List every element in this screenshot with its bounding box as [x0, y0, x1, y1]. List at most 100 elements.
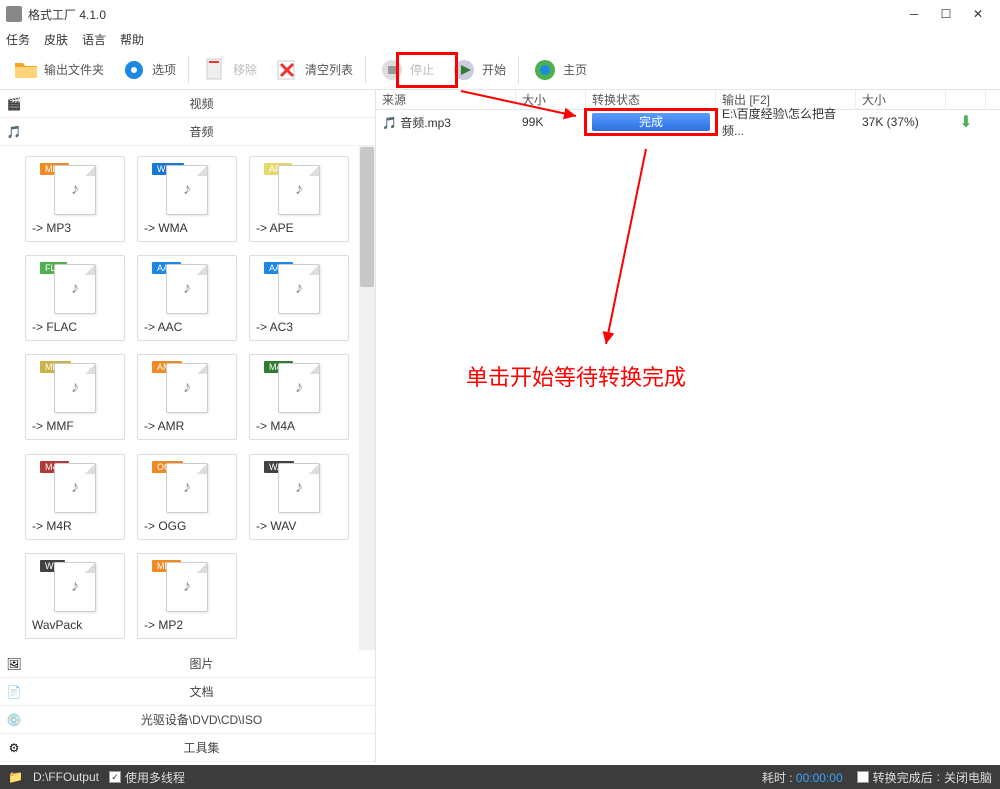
file-icon: ♪	[166, 463, 208, 513]
format-label: -> WMA	[144, 217, 230, 235]
format-label: -> FLAC	[32, 316, 118, 334]
header-state[interactable]: 转换状态	[586, 90, 716, 109]
format-tile[interactable]: MP3♪-> MP3	[25, 156, 125, 242]
maximize-button[interactable]: ☐	[930, 4, 962, 24]
category-audio[interactable]: 🎵 音频	[0, 118, 375, 146]
start-icon	[450, 56, 478, 84]
format-tile[interactable]: AMR♪-> AMR	[137, 354, 237, 440]
output-path[interactable]: D:\FFOutput	[33, 770, 99, 784]
category-label: 工具集	[28, 739, 375, 756]
close-button[interactable]: ✕	[962, 4, 994, 24]
format-label: -> MP3	[32, 217, 118, 235]
remove-icon	[201, 56, 229, 84]
menu-task[interactable]: 任务	[6, 31, 30, 48]
category-picture[interactable]: 🖼 图片	[0, 650, 375, 678]
menu-help[interactable]: 帮助	[120, 31, 144, 48]
folder-icon	[12, 56, 40, 84]
menu-language[interactable]: 语言	[82, 31, 106, 48]
after-label: 转换完成后	[873, 769, 933, 786]
start-label: 开始	[482, 61, 506, 78]
category-document[interactable]: 📄 文档	[0, 678, 375, 706]
row-state: 完成	[592, 113, 710, 131]
app-icon	[6, 6, 22, 22]
table-row[interactable]: 🎵 音频.mp3 99K 完成 E:\百度经验\怎么把音频... 37K (37…	[376, 110, 1000, 134]
annotation-text: 单击开始等待转换完成	[466, 360, 686, 392]
file-icon: ♪	[278, 264, 320, 314]
after-convert-checkbox[interactable]: 转换完成后: 关闭电脑	[857, 769, 992, 786]
elapsed-label: 耗时	[762, 771, 786, 785]
format-tile[interactable]: WAV♪-> WAV	[249, 454, 349, 540]
clear-label: 清空列表	[305, 61, 353, 78]
disc-icon: 💿	[0, 713, 28, 727]
audio-file-icon: 🎵	[382, 116, 397, 130]
format-label: WavPack	[32, 614, 118, 632]
header-source[interactable]: 来源	[376, 90, 516, 109]
file-icon: ♪	[54, 463, 96, 513]
format-tile[interactable]: APE♪-> APE	[249, 156, 349, 242]
category-label: 光驱设备\DVD\CD\ISO	[28, 711, 375, 728]
remove-button[interactable]: 移除	[195, 52, 263, 88]
window-title: 格式工厂 4.1.0	[28, 6, 898, 23]
remove-label: 移除	[233, 61, 257, 78]
stop-button[interactable]: 停止	[372, 52, 440, 88]
header-size[interactable]: 大小	[516, 90, 586, 109]
options-icon	[120, 56, 148, 84]
format-tile[interactable]: WV♪WavPack	[25, 553, 125, 639]
minimize-button[interactable]: ─	[898, 4, 930, 24]
tools-icon: ⚙	[0, 741, 28, 755]
category-label: 视频	[28, 95, 375, 112]
elapsed-value: 00:00:00	[796, 771, 843, 785]
picture-icon: 🖼	[0, 657, 28, 671]
header-blank	[946, 90, 986, 109]
stop-icon	[378, 56, 406, 84]
format-tile[interactable]: MMF♪-> MMF	[25, 354, 125, 440]
home-button[interactable]: 主页	[525, 52, 593, 88]
format-label: -> AC3	[256, 316, 342, 334]
format-label: -> M4R	[32, 515, 118, 533]
category-video[interactable]: 🎬 视频	[0, 90, 375, 118]
after-value: 关闭电脑	[944, 769, 992, 786]
category-label: 文档	[28, 683, 375, 700]
format-tile[interactable]: M4R♪-> M4R	[25, 454, 125, 540]
format-label: -> MP2	[144, 614, 230, 632]
file-icon: ♪	[166, 165, 208, 215]
menubar: 任务 皮肤 语言 帮助	[0, 28, 1000, 50]
file-icon: ♪	[54, 165, 96, 215]
checkbox-icon	[857, 771, 869, 783]
folder-icon: 📁	[8, 770, 23, 784]
row-size2: 37K (37%)	[856, 115, 946, 129]
output-folder-label: 输出文件夹	[44, 61, 104, 78]
start-button[interactable]: 开始	[444, 52, 512, 88]
format-grid: MP3♪-> MP3WMA♪-> WMAAPE♪-> APEFLA♪-> FLA…	[0, 146, 375, 650]
format-tile[interactable]: OGG♪-> OGG	[137, 454, 237, 540]
audio-icon: 🎵	[0, 125, 28, 139]
file-icon: ♪	[166, 562, 208, 612]
file-icon: ♪	[54, 363, 96, 413]
file-icon: ♪	[278, 165, 320, 215]
file-icon: ♪	[166, 363, 208, 413]
format-tile[interactable]: MP3♪-> MP2	[137, 553, 237, 639]
header-size2[interactable]: 大小	[856, 90, 946, 109]
statusbar: 📁 D:\FFOutput ✓ 使用多线程 耗时 : 00:00:00 转换完成…	[0, 765, 1000, 789]
format-tile[interactable]: AAC♪-> AAC	[137, 255, 237, 341]
clear-button[interactable]: 清空列表	[267, 52, 359, 88]
format-label: -> APE	[256, 217, 342, 235]
format-tile[interactable]: M4A♪-> M4A	[249, 354, 349, 440]
multithread-checkbox[interactable]: ✓ 使用多线程	[109, 769, 185, 786]
sidebar: 🎬 视频 🎵 音频 MP3♪-> MP3WMA♪-> WMAAPE♪-> APE…	[0, 90, 376, 762]
options-button[interactable]: 选项	[114, 52, 182, 88]
list-header: 来源 大小 转换状态 输出 [F2] 大小	[376, 90, 1000, 110]
format-tile[interactable]: WMA♪-> WMA	[137, 156, 237, 242]
format-label: -> WAV	[256, 515, 342, 533]
format-tile[interactable]: FLA♪-> FLAC	[25, 255, 125, 341]
row-size: 99K	[516, 115, 586, 129]
scrollbar[interactable]	[359, 146, 375, 650]
output-folder-button[interactable]: 输出文件夹	[6, 52, 110, 88]
file-icon: ♪	[278, 363, 320, 413]
category-disc[interactable]: 💿 光驱设备\DVD\CD\ISO	[0, 706, 375, 734]
divider	[518, 56, 519, 84]
checkbox-icon: ✓	[109, 771, 121, 783]
format-tile[interactable]: AAC♪-> AC3	[249, 255, 349, 341]
category-tools[interactable]: ⚙ 工具集	[0, 734, 375, 762]
menu-skin[interactable]: 皮肤	[44, 31, 68, 48]
